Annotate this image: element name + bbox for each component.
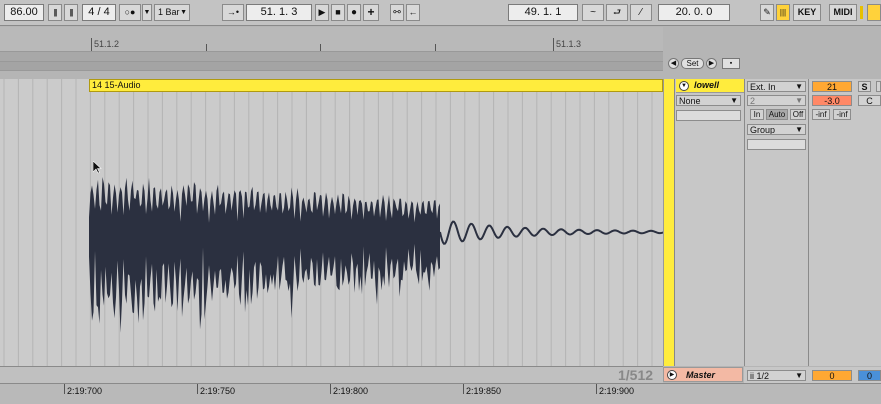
back-to-arrangement-icon[interactable]: ←: [406, 4, 420, 21]
chevron-down-icon: ▼: [795, 125, 803, 134]
peak-right-display[interactable]: -inf: [833, 109, 851, 120]
metronome-button[interactable]: ○●: [119, 4, 141, 21]
follow-icon[interactable]: →•: [222, 4, 244, 21]
overdub-button[interactable]: +: [363, 4, 379, 21]
mixer-divider: [744, 79, 745, 366]
chevron-down-icon: ▼: [795, 96, 803, 105]
output-channel-field[interactable]: [747, 139, 806, 150]
nudge-icon[interactable]: |||: [64, 4, 78, 21]
audio-to-type-dropdown[interactable]: None ▼: [676, 95, 741, 106]
output-dropdown[interactable]: Group ▼: [747, 124, 806, 135]
chevron-down-icon: ▼: [795, 371, 803, 380]
key-map-button[interactable]: KEY: [793, 4, 821, 21]
next-locator-icon[interactable]: ▶: [706, 58, 717, 69]
quantize-dropdown[interactable]: 1 Bar ▼: [154, 4, 190, 21]
computer-midi-keyboard-icon[interactable]: |||: [776, 4, 790, 21]
audio-waveform[interactable]: [0, 92, 663, 366]
monitor-off-button[interactable]: Off: [790, 109, 806, 120]
cpu-meter: [867, 4, 881, 21]
track-volume[interactable]: 21: [812, 81, 852, 92]
song-position-display[interactable]: 51. 1. 3: [246, 4, 312, 21]
stop-button[interactable]: ■: [331, 4, 345, 21]
punch-out-icon[interactable]: ⁄: [630, 4, 652, 21]
set-locator-button[interactable]: Set: [681, 58, 704, 69]
time-label: 2:19:900: [599, 386, 635, 396]
automation-arm-icon[interactable]: ⚯: [390, 4, 404, 21]
mouse-pointer-icon: [93, 161, 102, 174]
chevron-down-icon: ▼: [730, 96, 738, 105]
crossfade-assign[interactable]: C: [858, 95, 881, 106]
loop-length-display[interactable]: 20. 0. 0: [658, 4, 730, 21]
clip-name: 14 15-Audio: [92, 80, 141, 90]
ruler-label: 51.1.2: [94, 39, 120, 49]
track-name: lowell: [694, 80, 720, 90]
fold-triangle-icon[interactable]: ▶: [667, 370, 677, 380]
input-channel-dropdown[interactable]: 2 ▼: [747, 95, 806, 106]
track-mixer: [675, 79, 881, 366]
audio-from-dropdown[interactable]: Ext. In ▼: [747, 81, 806, 92]
ruler-label: 51.1.3: [556, 39, 582, 49]
tap-tempo-icon[interactable]: |||: [48, 4, 62, 21]
locator-lane[interactable]: [0, 51, 663, 61]
loop-bar-lane[interactable]: [0, 61, 663, 71]
beat-ruler[interactable]: 51.1.2 51.1.3: [0, 27, 663, 51]
solo-button[interactable]: S: [858, 81, 871, 92]
loop-switch-icon[interactable]: ⮐: [606, 4, 628, 21]
chevron-down-icon: ▼: [795, 82, 803, 91]
clip-border: [663, 79, 675, 366]
play-button[interactable]: ▶: [315, 4, 329, 21]
metronome-dropdown-icon[interactable]: ▼: [142, 4, 152, 21]
draw-mode-icon[interactable]: ✎: [760, 4, 774, 21]
tempo-display[interactable]: 86.00: [4, 4, 44, 21]
master-track-header[interactable]: ▶ Master: [663, 367, 743, 382]
arm-button[interactable]: [876, 81, 881, 92]
time-ruler[interactable]: 2:19:700 2:19:750 2:19:800 2:19:850 2:19…: [0, 383, 881, 404]
master-pan[interactable]: 0: [858, 370, 881, 381]
mixer-divider: [808, 79, 809, 366]
time-label: 2:19:750: [200, 386, 236, 396]
punch-in-icon[interactable]: ~: [582, 4, 604, 21]
peak-left-display[interactable]: -inf: [812, 109, 830, 120]
clip-header[interactable]: 14 15-Audio: [89, 79, 663, 92]
time-signature[interactable]: 4 / 4: [82, 4, 116, 21]
chevron-down-icon: ▼: [180, 9, 187, 16]
master-volume[interactable]: 0: [812, 370, 852, 381]
time-label: 2:19:800: [333, 386, 369, 396]
audio-to-channel-field[interactable]: [676, 110, 741, 121]
time-label: 2:19:700: [67, 386, 103, 396]
record-button[interactable]: ●: [347, 4, 361, 21]
midi-indicator: [860, 6, 863, 19]
master-lane: [0, 366, 663, 383]
master-name: Master: [686, 370, 716, 380]
monitor-auto-button[interactable]: Auto: [766, 109, 788, 120]
monitor-in-button[interactable]: In: [750, 109, 764, 120]
track-header[interactable]: ▼ lowell: [676, 79, 744, 93]
track-pan[interactable]: -3.0: [812, 95, 852, 106]
midi-map-button[interactable]: MIDI: [829, 4, 857, 21]
loop-start-display[interactable]: 49. 1. 1: [508, 4, 578, 21]
master-output-dropdown[interactable]: ii 1/2 ▼: [747, 370, 806, 381]
previous-locator-icon[interactable]: ◀: [668, 58, 679, 69]
time-label: 2:19:850: [466, 386, 502, 396]
fold-triangle-icon[interactable]: ▼: [679, 81, 689, 91]
page-indicator: 1/512: [618, 367, 654, 383]
lock-icon[interactable]: ▪: [722, 58, 740, 69]
